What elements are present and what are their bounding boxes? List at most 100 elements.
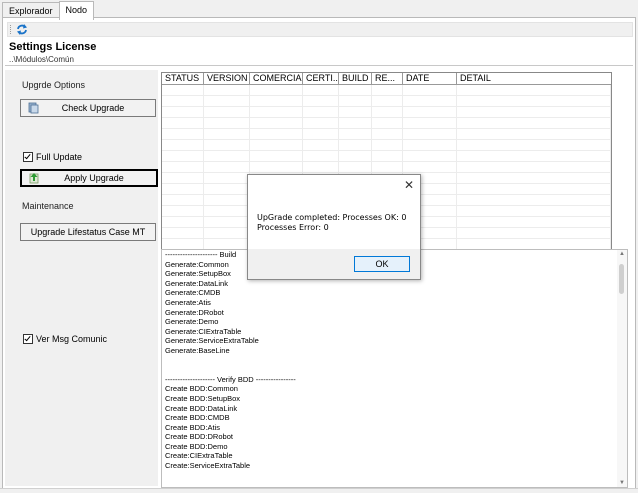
ok-button[interactable]: OK bbox=[354, 256, 410, 272]
table-cell bbox=[204, 228, 250, 238]
table-row[interactable] bbox=[162, 96, 611, 107]
log-line: Create BDD:SetupBox bbox=[165, 393, 241, 403]
log-text: --------------------- Build Generate:Comm… bbox=[165, 250, 296, 471]
breadcrumb: ..\Módulos\Común bbox=[9, 55, 74, 64]
table-cell bbox=[250, 151, 303, 161]
table-cell bbox=[250, 162, 303, 172]
table-cell bbox=[204, 239, 250, 249]
table-cell bbox=[204, 151, 250, 161]
message-log[interactable]: --------------------- Build Generate:Comm… bbox=[161, 249, 628, 488]
table-cell bbox=[250, 118, 303, 128]
table-cell bbox=[372, 140, 403, 150]
upgrade-lifestatus-button[interactable]: Upgrade Lifestatus Case MT bbox=[20, 223, 156, 241]
table-cell bbox=[403, 162, 457, 172]
table-cell bbox=[162, 129, 204, 139]
table-cell bbox=[372, 162, 403, 172]
page-title: Settings License bbox=[9, 41, 97, 53]
full-update-checkbox[interactable]: Full Update bbox=[23, 152, 82, 162]
log-line: Generate:DRobot bbox=[165, 307, 224, 317]
table-cell bbox=[372, 107, 403, 117]
column-header[interactable]: DETAIL bbox=[457, 73, 611, 84]
column-header[interactable]: RE... bbox=[372, 73, 403, 84]
dialog-message-line: UpGrade completed: Processes OK: 0 bbox=[257, 213, 407, 222]
log-line: Generate:Atis bbox=[165, 297, 211, 307]
log-line: Create BDD:Common bbox=[165, 384, 238, 394]
table-cell bbox=[204, 96, 250, 106]
table-cell bbox=[250, 140, 303, 150]
scroll-down-icon[interactable]: ▼ bbox=[619, 480, 625, 486]
table-cell bbox=[303, 118, 339, 128]
table-cell bbox=[457, 85, 611, 95]
column-header[interactable]: STATUS bbox=[162, 73, 204, 84]
column-header[interactable]: DATE bbox=[403, 73, 457, 84]
log-line: Generate:Demo bbox=[165, 317, 219, 327]
table-row[interactable] bbox=[162, 85, 611, 96]
apply-upgrade-label: Apply Upgrade bbox=[64, 173, 124, 183]
column-header[interactable]: COMERCIAL bbox=[250, 73, 303, 84]
check-upgrade-icon bbox=[28, 102, 39, 114]
check-upgrade-button[interactable]: Check Upgrade bbox=[20, 99, 156, 117]
table-row[interactable] bbox=[162, 151, 611, 162]
scroll-up-icon[interactable]: ▲ bbox=[619, 251, 625, 257]
upgrade-lifestatus-label: Upgrade Lifestatus Case MT bbox=[30, 227, 146, 237]
log-line: Generate:ServiceExtraTable bbox=[165, 336, 259, 346]
table-cell bbox=[162, 184, 204, 194]
column-header[interactable]: VERSION bbox=[204, 73, 250, 84]
table-cell bbox=[162, 206, 204, 216]
ver-msg-label: Ver Msg Comunic bbox=[36, 334, 108, 344]
table-row[interactable] bbox=[162, 162, 611, 173]
table-cell bbox=[303, 129, 339, 139]
table-cell bbox=[303, 140, 339, 150]
table-cell bbox=[204, 184, 250, 194]
ver-msg-checkbox[interactable]: Ver Msg Comunic bbox=[23, 334, 107, 344]
table-cell bbox=[403, 140, 457, 150]
apply-upgrade-button[interactable]: Apply Upgrade bbox=[20, 169, 158, 187]
table-cell bbox=[403, 85, 457, 95]
table-cell bbox=[457, 239, 611, 249]
log-line: Create BDD:Demo bbox=[165, 441, 228, 451]
table-cell bbox=[162, 118, 204, 128]
close-icon[interactable]: ✕ bbox=[404, 179, 414, 191]
log-scrollbar[interactable]: ▲ ▼ bbox=[617, 250, 627, 487]
table-cell bbox=[204, 118, 250, 128]
table-cell bbox=[303, 107, 339, 117]
log-line: Create BDD:Atis bbox=[165, 422, 221, 432]
log-line: Create:CIExtraTable bbox=[165, 451, 233, 461]
log-line: Create BDD:CMDB bbox=[165, 413, 230, 423]
column-header[interactable]: CERTI... bbox=[303, 73, 339, 84]
table-row[interactable] bbox=[162, 107, 611, 118]
log-line: Generate:BaseLine bbox=[165, 345, 230, 355]
scrollbar-thumb[interactable] bbox=[619, 264, 624, 294]
dialog-footer: OK bbox=[248, 249, 420, 279]
table-cell bbox=[162, 173, 204, 183]
grid-header: STATUS VERSION COMERCIAL CERTI... BUILD … bbox=[162, 73, 611, 85]
table-cell bbox=[162, 239, 204, 249]
table-cell bbox=[303, 85, 339, 95]
table-row[interactable] bbox=[162, 118, 611, 129]
log-line: -------------------- Verify BDD --------… bbox=[165, 374, 296, 384]
table-cell bbox=[403, 129, 457, 139]
table-cell bbox=[162, 107, 204, 117]
column-header[interactable]: BUILD bbox=[339, 73, 372, 84]
table-cell bbox=[339, 118, 372, 128]
table-cell bbox=[204, 217, 250, 227]
table-cell bbox=[403, 107, 457, 117]
log-line: Generate:DataLink bbox=[165, 278, 228, 288]
upgrade-message-dialog: ✕ UpGrade completed: Processes OK: 0 Pro… bbox=[247, 174, 421, 280]
tab-nodo[interactable]: Nodo bbox=[58, 1, 95, 20]
table-row[interactable] bbox=[162, 129, 611, 140]
log-line: Create:ServiceExtraTable bbox=[165, 461, 251, 471]
log-line: Create BDD:DataLink bbox=[165, 403, 238, 413]
table-cell bbox=[250, 96, 303, 106]
table-cell bbox=[303, 151, 339, 161]
table-cell bbox=[162, 85, 204, 95]
refresh-icon[interactable] bbox=[15, 23, 29, 36]
checkbox-checked-icon bbox=[23, 152, 33, 162]
table-cell bbox=[372, 151, 403, 161]
table-cell bbox=[204, 85, 250, 95]
table-cell bbox=[457, 206, 611, 216]
table-cell bbox=[339, 140, 372, 150]
table-row[interactable] bbox=[162, 140, 611, 151]
dialog-message: UpGrade completed: Processes OK: 0 Proce… bbox=[257, 213, 406, 233]
